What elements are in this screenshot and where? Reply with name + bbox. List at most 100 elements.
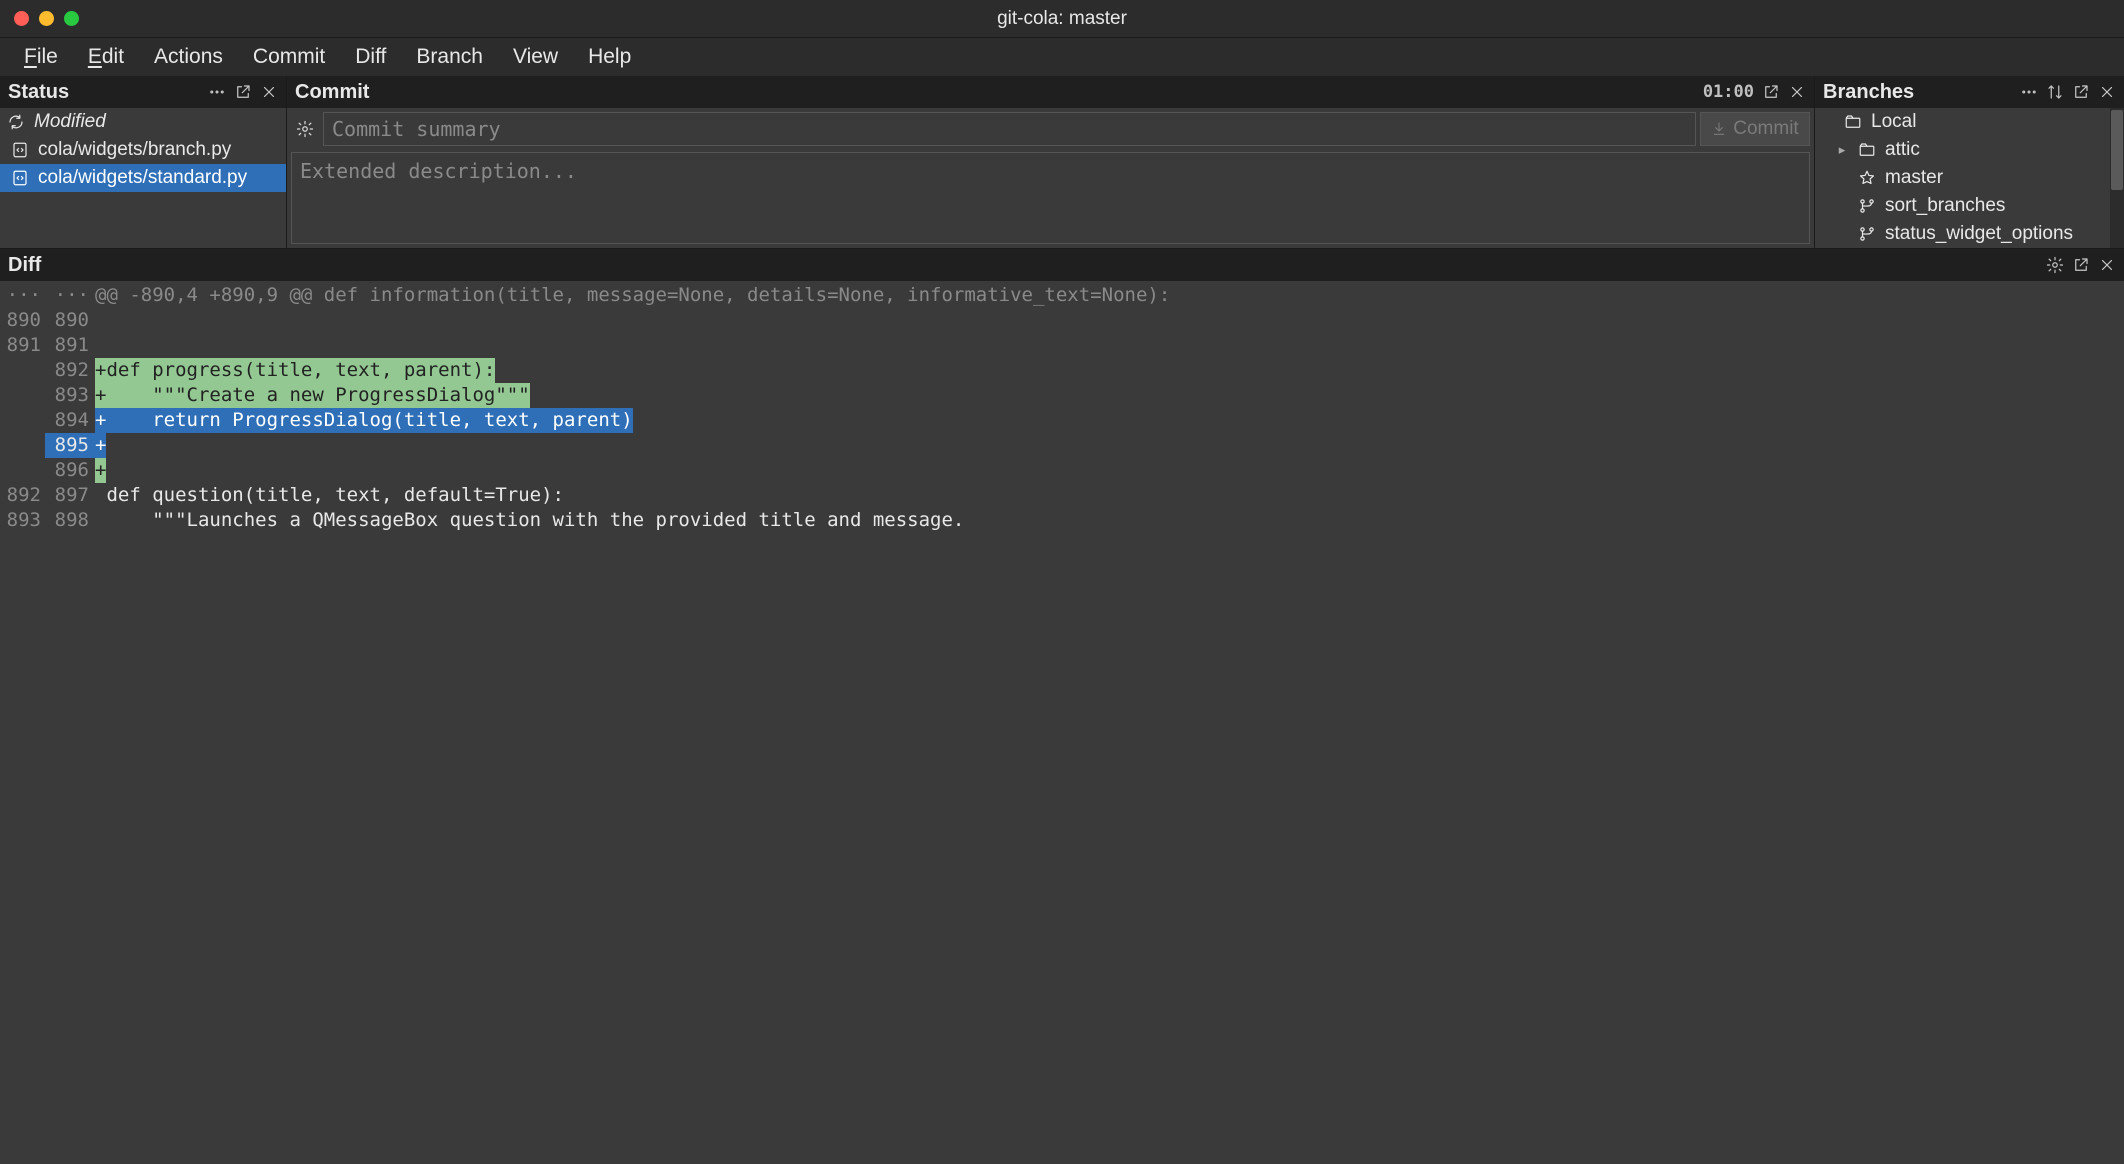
commit-button-label: Commit [1733,118,1798,140]
commit-panel: Commit 01:00 Commit [286,76,1814,248]
diff-viewer[interactable]: ······@@ -890,4 +890,9 @@ def informatio… [0,281,2124,1164]
commit-summary-input[interactable] [323,112,1696,146]
menu-file[interactable]: File [12,41,70,73]
popout-icon[interactable] [2070,254,2092,276]
diff-line[interactable]: 891891 [0,333,2124,358]
branch-node[interactable]: status_widget_options [1815,220,2124,248]
diff-new-lineno: 893 [45,383,95,408]
diff-new-lineno: 898 [45,508,95,533]
commit-description-input[interactable] [291,152,1810,244]
diff-new-lineno: 896 [45,458,95,483]
status-group-modified[interactable]: Modified [0,108,286,136]
menu-edit[interactable]: Edit [76,41,136,73]
menu-edit-rest: dit [102,45,124,68]
branch-node[interactable]: sort_branches [1815,192,2124,220]
menu-commit[interactable]: Commit [241,41,337,73]
branches-panel: Branches [1814,76,2124,248]
branch-node[interactable]: ▸ attic [1815,136,2124,164]
close-icon[interactable] [1786,81,1808,103]
ellipsis-icon[interactable] [2018,81,2040,103]
folder-icon [1843,113,1863,131]
close-icon[interactable] [2096,254,2118,276]
status-file-list[interactable]: Modified cola/widgets/branch.py cola/wid… [0,108,286,248]
diff-old-lineno [0,433,45,458]
commit-panel-header: Commit 01:00 [287,76,1814,108]
close-icon[interactable] [258,81,280,103]
diff-line[interactable]: ······@@ -890,4 +890,9 @@ def informatio… [0,283,2124,308]
diff-old-lineno: 893 [0,508,45,533]
branch-node-label: sort_branches [1885,195,2005,217]
branch-node-label: attic [1885,139,1920,161]
scrollbar[interactable] [2110,108,2124,248]
diff-old-lineno [0,458,45,483]
diff-line[interactable]: 890890 [0,308,2124,333]
diff-line[interactable]: 896+ [0,458,2124,483]
window-title: git-cola: master [0,8,2124,30]
branch-node-label: Local [1871,111,1916,133]
sort-icon[interactable] [2044,81,2066,103]
diff-line[interactable]: 892897 def question(title, text, default… [0,483,2124,508]
branch-node-local[interactable]: Local [1815,108,2124,136]
branch-icon [1857,225,1877,243]
diff-new-lineno: 890 [45,308,95,333]
menu-diff[interactable]: Diff [343,41,398,73]
diff-line[interactable]: 895+ [0,433,2124,458]
branch-icon [1857,197,1877,215]
star-icon [1857,169,1877,187]
branch-node-label: master [1885,167,1943,189]
diff-old-lineno [0,383,45,408]
diff-old-lineno: 891 [0,333,45,358]
diff-old-lineno [0,408,45,433]
diff-new-lineno: 891 [45,333,95,358]
window-zoom-button[interactable] [64,11,79,26]
diff-line-content: def question(title, text, default=True): [95,483,2124,508]
window-close-button[interactable] [14,11,29,26]
menu-branch[interactable]: Branch [404,41,495,73]
window-minimize-button[interactable] [39,11,54,26]
diff-line[interactable]: 892+def progress(title, text, parent): [0,358,2124,383]
diff-line-content [95,333,2124,358]
branch-node-label: status_widget_options [1885,223,2073,245]
diff-old-lineno [0,358,45,383]
diff-line-content: + [95,458,2124,483]
branch-node[interactable]: master [1815,164,2124,192]
branches-panel-header: Branches [1815,76,2124,108]
diff-panel: Diff ······@@ -890,4 +890,9 @@ def infor… [0,248,2124,1164]
diff-old-lineno: 890 [0,308,45,333]
status-file-path: cola/widgets/branch.py [38,139,231,161]
popout-icon[interactable] [232,81,254,103]
diff-new-lineno: ··· [45,283,95,308]
branches-tree[interactable]: Local ▸ attic master sort_branches statu… [1815,108,2124,248]
diff-line[interactable]: 894+ return ProgressDialog(title, text, … [0,408,2124,433]
popout-icon[interactable] [2070,81,2092,103]
diff-new-lineno: 895 [45,433,95,458]
menu-help[interactable]: Help [576,41,643,73]
status-file-item[interactable]: cola/widgets/standard.py [0,164,286,192]
diff-line-content: @@ -890,4 +890,9 @@ def information(titl… [95,283,2124,308]
popout-icon[interactable] [1760,81,1782,103]
status-panel-header: Status [0,76,286,108]
diff-new-lineno: 894 [45,408,95,433]
diff-line[interactable]: 893898 """Launches a QMessageBox questio… [0,508,2124,533]
diff-old-lineno: ··· [0,283,45,308]
code-file-icon [10,141,30,159]
diff-line-content: + """Create a new ProgressDialog""" [95,383,2124,408]
menu-actions[interactable]: Actions [142,41,235,73]
diff-new-lineno: 892 [45,358,95,383]
diff-panel-title: Diff [8,254,41,277]
ellipsis-icon[interactable] [206,81,228,103]
diff-old-lineno: 892 [0,483,45,508]
status-file-item[interactable]: cola/widgets/branch.py [0,136,286,164]
diff-line[interactable]: 893+ """Create a new ProgressDialog""" [0,383,2124,408]
menu-view[interactable]: View [501,41,570,73]
commit-options-button[interactable] [291,112,319,146]
commit-button[interactable]: Commit [1700,112,1810,146]
diff-new-lineno: 897 [45,483,95,508]
scrollbar-thumb[interactable] [2111,110,2123,190]
gear-icon[interactable] [2044,254,2066,276]
diff-line-content: +def progress(title, text, parent): [95,358,2124,383]
folder-icon [1857,141,1877,159]
menubar: File Edit Actions Commit Diff Branch Vie… [0,38,2124,76]
close-icon[interactable] [2096,81,2118,103]
chevron-right-icon: ▸ [1835,142,1849,158]
